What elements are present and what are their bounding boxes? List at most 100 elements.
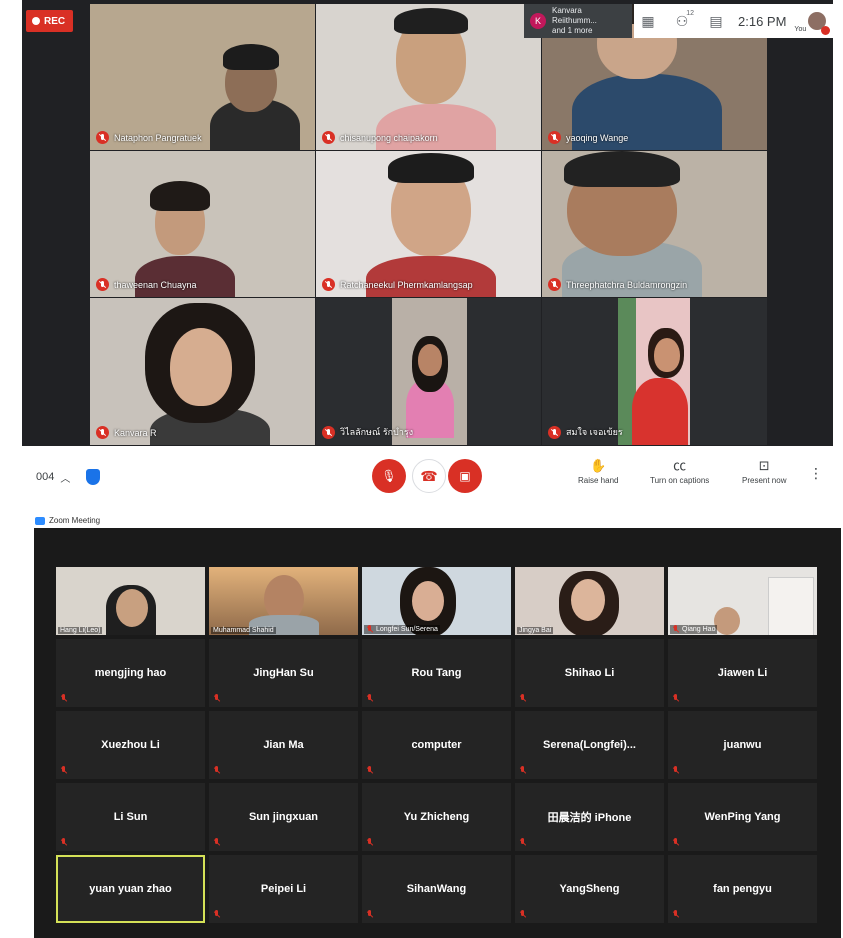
mic-off-icon <box>366 694 374 703</box>
you-label: You <box>794 26 807 33</box>
self-avatar[interactable] <box>808 12 831 35</box>
recording-badge: REC <box>26 10 74 32</box>
chat-icon[interactable]: ▤ <box>702 7 730 35</box>
participant-name: Nataphon Pangratuek <box>114 132 202 143</box>
participant-video <box>714 607 740 635</box>
zoom-name-tile[interactable]: YangSheng <box>515 855 664 923</box>
zoom-name-tile[interactable]: Jian Ma <box>209 711 358 779</box>
zoom-gallery: Hang Li(Leo) Muhammad Shahid Longfei Sun… <box>56 567 820 927</box>
participant-name: วิไลลักษณ์ รักบำรุง <box>340 427 414 437</box>
participant-name: yaoqing Wange <box>566 132 629 143</box>
zoom-participant-name: Rou Tang <box>411 667 462 679</box>
record-dot-icon <box>32 17 40 25</box>
zoom-name-tile[interactable]: computer <box>362 711 511 779</box>
zoom-participant-name: Xuezhou Li <box>101 739 160 751</box>
meet-stage: REC Nataphon Pangratuek chisanupong chai… <box>22 0 833 446</box>
zoom-name-tile[interactable]: SihanWang <box>362 855 511 923</box>
zoom-participant-name: Jingya Bai <box>519 627 552 634</box>
zoom-participant-name: Peipei Li <box>260 883 307 895</box>
mic-off-icon <box>672 625 680 634</box>
more-options-icon[interactable]: ⋮ <box>809 465 823 482</box>
zoom-video-tile[interactable]: Hang Li(Leo) <box>56 567 205 635</box>
mic-off-icon <box>96 131 109 144</box>
zoom-participant-name: computer <box>411 739 462 751</box>
meet-tile[interactable]: วิไลลักษณ์ รักบำรุง <box>316 298 542 446</box>
zoom-participant-name: juanwu <box>723 739 762 751</box>
participant-name: Ratchaneekul Phermkamlangsap <box>340 279 473 290</box>
present-icon: ⊡ <box>758 458 770 473</box>
meeting-details-button[interactable]: 004 ︿ <box>36 470 70 485</box>
zoom-participant-name: WenPing Yang <box>704 811 781 823</box>
zoom-participant-name: Longfei Sun/Serena <box>376 626 438 633</box>
participant-name: สมใจ เจอเข้ยร <box>566 427 623 437</box>
zoom-video-tile[interactable]: Longfei Sun/Serena <box>362 567 511 635</box>
zoom-name-tile-active-speaker[interactable]: yuan yuan zhao <box>56 855 205 923</box>
meet-tile[interactable]: Threephatchra Buldamrongzin <box>542 151 768 298</box>
phone-hangup-icon: ☎ <box>420 467 438 484</box>
zoom-name-tile[interactable]: Shihao Li <box>515 639 664 707</box>
camera-toggle-button[interactable]: ▣ <box>448 459 482 493</box>
zoom-name-tile[interactable]: Peipei Li <box>209 855 358 923</box>
layout-icon[interactable]: ▦ <box>634 7 662 35</box>
zoom-name-tile[interactable]: JingHan Su <box>209 639 358 707</box>
zoom-video-tile[interactable]: Qiang Hao <box>668 567 817 635</box>
shield-icon[interactable] <box>86 469 101 485</box>
mic-off-icon <box>366 625 374 634</box>
zoom-logo-icon <box>35 516 45 525</box>
zoom-name-tile[interactable]: Xuezhou Li <box>56 711 205 779</box>
meet-tile[interactable]: Ratchaneekul Phermkamlangsap <box>316 151 542 298</box>
meet-video-grid: Nataphon Pangratuek chisanupong chaipako… <box>90 4 768 446</box>
mic-off-icon <box>60 766 68 775</box>
zoom-participant-name: Yu Zhicheng <box>403 811 470 823</box>
zoom-name-tile[interactable]: mengjing hao <box>56 639 205 707</box>
raise-hand-button[interactable]: ✋ Raise hand <box>578 459 619 486</box>
clock: 2:16 PM <box>738 13 787 29</box>
participant-video <box>392 298 467 445</box>
zoom-participant-name: Serena(Longfei)... <box>543 739 636 751</box>
zoom-video-tile[interactable]: Jingya Bai <box>515 567 664 635</box>
participant-count: 12 <box>686 10 694 17</box>
meet-top-bar: ▦ ⚇ 12 ▤ 2:16 PM You <box>634 4 833 38</box>
meet-tile[interactable]: Nataphon Pangratuek <box>90 4 316 151</box>
mic-off-badge-icon <box>821 26 831 35</box>
zoom-participant-name: Hang Li(Leo) <box>60 627 101 634</box>
participant-name: chisanupong chaipakorn <box>340 132 438 143</box>
zoom-name-tile[interactable]: fan pengyu <box>668 855 817 923</box>
presenter-avatar: K <box>530 13 546 29</box>
zoom-name-tile[interactable]: Yu Zhicheng <box>362 783 511 851</box>
people-icon[interactable]: ⚇ 12 <box>668 7 696 35</box>
mic-off-icon <box>96 278 109 291</box>
mic-toggle-button[interactable]: 🎙︎ <box>372 459 406 493</box>
meet-tile[interactable]: Kanvara R <box>90 298 316 446</box>
zoom-name-tile[interactable]: Sun jingxuan <box>209 783 358 851</box>
screen: REC Nataphon Pangratuek chisanupong chai… <box>0 0 843 938</box>
zoom-participant-name: Shihao Li <box>564 667 615 679</box>
meet-tile[interactable]: thaweenan Chuayna <box>90 151 316 298</box>
rec-label: REC <box>44 15 66 27</box>
mic-off-icon <box>548 425 561 439</box>
mic-off-icon <box>672 838 680 847</box>
present-now-button[interactable]: ⊡ Present now <box>742 458 786 486</box>
mic-off-icon <box>322 131 335 144</box>
leave-call-button[interactable]: ☎ <box>412 459 446 493</box>
camera-off-icon: ▣ <box>459 469 471 483</box>
zoom-name-tile[interactable]: WenPing Yang <box>668 783 817 851</box>
zoom-name-tile[interactable]: Serena(Longfei)... <box>515 711 664 779</box>
zoom-name-tile[interactable]: juanwu <box>668 711 817 779</box>
mic-off-icon <box>366 838 374 847</box>
captions-button[interactable]: ㏄ Turn on captions <box>650 459 709 486</box>
zoom-name-tile[interactable]: Jiawen Li <box>668 639 817 707</box>
raise-hand-label: Raise hand <box>578 476 619 485</box>
presenter-name: Kanvara Reiithumm... <box>552 6 597 25</box>
meet-tile[interactable]: สมใจ เจอเข้ยร <box>542 298 768 446</box>
zoom-video-tile[interactable]: Muhammad Shahid <box>209 567 358 635</box>
zoom-name-tile[interactable]: Rou Tang <box>362 639 511 707</box>
meet-tile[interactable]: chisanupong chaipakorn <box>316 4 542 151</box>
meeting-code: 004 <box>36 471 55 483</box>
presenter-chip[interactable]: K Kanvara Reiithumm... and 1 more <box>524 4 632 38</box>
mic-off-icon <box>60 694 68 703</box>
participant-name: Kanvara R <box>114 427 157 438</box>
zoom-name-tile[interactable]: 田晨洁的 iPhone <box>515 783 664 851</box>
zoom-name-tile[interactable]: Li Sun <box>56 783 205 851</box>
zoom-window-title: Zoom Meeting <box>49 516 101 525</box>
